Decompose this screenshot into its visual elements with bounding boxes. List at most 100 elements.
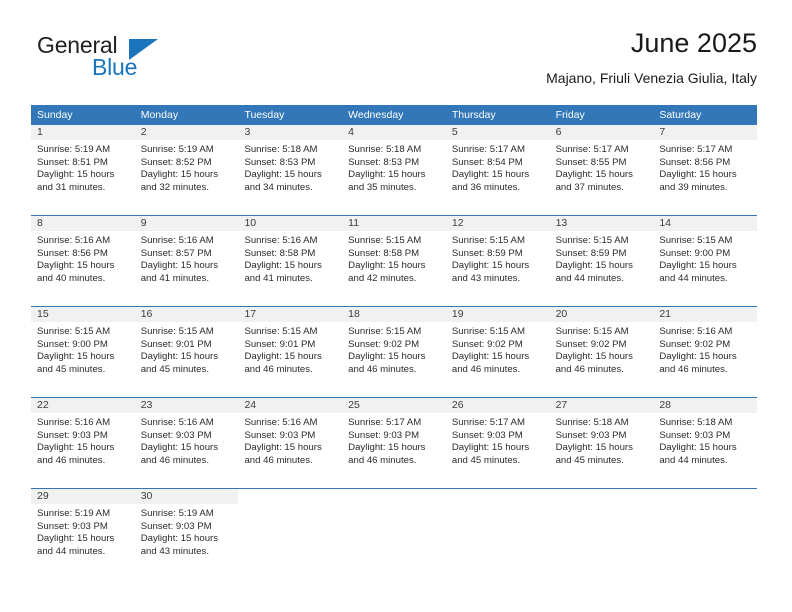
daylight-text-line1: Daylight: 15 hours xyxy=(659,442,737,454)
day-cell[interactable]: 26 Sunrise: 5:17 AM Sunset: 9:03 PM Dayl… xyxy=(445,398,550,481)
sunrise-text: Sunrise: 5:19 AM xyxy=(37,144,111,155)
day-number: 10 xyxy=(238,216,343,231)
sunrise-text: Sunrise: 5:15 AM xyxy=(348,235,422,246)
day-number: 8 xyxy=(31,216,135,231)
daylight-text-line2: and 46 minutes. xyxy=(555,363,624,375)
sunrise-text: Sunrise: 5:16 AM xyxy=(659,326,733,337)
day-cell[interactable]: 3 Sunrise: 5:18 AM Sunset: 8:53 PM Dayli… xyxy=(238,125,343,208)
weekday-header-thursday: Thursday xyxy=(451,109,496,121)
day-details: Sunrise: 5:19 AM Sunset: 8:51 PM Dayligh… xyxy=(31,140,135,194)
daylight-text-line2: and 46 minutes. xyxy=(348,454,417,466)
day-details: Sunrise: 5:15 AM Sunset: 9:01 PM Dayligh… xyxy=(135,322,239,376)
daylight-text-line2: and 43 minutes. xyxy=(140,545,209,557)
day-number: 17 xyxy=(238,307,343,322)
sunrise-text: Sunrise: 5:15 AM xyxy=(555,235,629,246)
daylight-text-line2: and 46 minutes. xyxy=(140,454,209,466)
day-cell[interactable]: 7 Sunrise: 5:17 AM Sunset: 8:56 PM Dayli… xyxy=(653,125,758,208)
day-number: 21 xyxy=(653,307,758,322)
day-details: Sunrise: 5:18 AM Sunset: 9:03 PM Dayligh… xyxy=(550,413,654,467)
sunrise-text: Sunrise: 5:15 AM xyxy=(659,235,733,246)
daylight-text-line2: and 44 minutes. xyxy=(555,272,624,284)
daylight-text-line1: Daylight: 15 hours xyxy=(140,169,219,181)
sunset-text: Sunset: 8:53 PM xyxy=(244,156,316,168)
day-cell[interactable]: 2 Sunrise: 5:19 AM Sunset: 8:52 PM Dayli… xyxy=(134,125,239,208)
sunset-text: Sunset: 8:58 PM xyxy=(244,247,316,259)
day-cell[interactable]: 17 Sunrise: 5:15 AM Sunset: 9:01 PM Dayl… xyxy=(238,307,343,390)
day-cell[interactable]: 4 Sunrise: 5:18 AM Sunset: 8:53 PM Dayli… xyxy=(342,125,446,208)
daylight-text-line1: Daylight: 15 hours xyxy=(451,169,530,181)
day-cell[interactable]: 10 Sunrise: 5:16 AM Sunset: 8:58 PM Dayl… xyxy=(238,216,343,299)
location-subtitle: Majano, Friuli Venezia Giulia, Italy xyxy=(546,70,757,86)
day-cell[interactable]: 9 Sunrise: 5:16 AM Sunset: 8:57 PM Dayli… xyxy=(134,216,239,299)
day-cell[interactable]: 1 Sunrise: 5:19 AM Sunset: 8:51 PM Dayli… xyxy=(31,125,135,208)
daylight-text-line1: Daylight: 15 hours xyxy=(140,260,219,272)
sunset-text: Sunset: 8:56 PM xyxy=(659,156,731,168)
day-cell[interactable]: 12 Sunrise: 5:15 AM Sunset: 8:59 PM Dayl… xyxy=(445,216,550,299)
sunrise-text: Sunrise: 5:17 AM xyxy=(348,417,422,428)
day-details: Sunrise: 5:18 AM Sunset: 8:53 PM Dayligh… xyxy=(238,140,342,194)
day-cell[interactable]: 13 Sunrise: 5:15 AM Sunset: 8:59 PM Dayl… xyxy=(549,216,654,299)
day-cell[interactable]: 29 Sunrise: 5:19 AM Sunset: 9:03 PM Dayl… xyxy=(31,489,135,572)
day-cell[interactable]: 19 Sunrise: 5:15 AM Sunset: 9:02 PM Dayl… xyxy=(445,307,550,390)
weekday-header-monday: Monday xyxy=(140,109,179,121)
day-cell[interactable]: 18 Sunrise: 5:15 AM Sunset: 9:02 PM Dayl… xyxy=(342,307,446,390)
daylight-text-line1: Daylight: 15 hours xyxy=(37,351,115,363)
day-cell[interactable]: 20 Sunrise: 5:15 AM Sunset: 9:02 PM Dayl… xyxy=(549,307,654,390)
daylight-text-line1: Daylight: 15 hours xyxy=(244,260,322,272)
day-number xyxy=(238,489,343,504)
day-details: Sunrise: 5:15 AM Sunset: 9:02 PM Dayligh… xyxy=(342,322,446,376)
sunrise-text: Sunrise: 5:15 AM xyxy=(451,326,525,337)
day-cell[interactable]: 27 Sunrise: 5:18 AM Sunset: 9:03 PM Dayl… xyxy=(549,398,654,481)
sunrise-text: Sunrise: 5:17 AM xyxy=(451,417,525,428)
day-cell[interactable]: 16 Sunrise: 5:15 AM Sunset: 9:01 PM Dayl… xyxy=(134,307,239,390)
generalblue-logo[interactable]: General Blue xyxy=(31,32,231,88)
day-cell[interactable]: 8 Sunrise: 5:16 AM Sunset: 8:56 PM Dayli… xyxy=(31,216,135,299)
day-details: Sunrise: 5:16 AM Sunset: 9:03 PM Dayligh… xyxy=(238,413,342,467)
day-cell[interactable]: 5 Sunrise: 5:17 AM Sunset: 8:54 PM Dayli… xyxy=(445,125,550,208)
daylight-text-line2: and 43 minutes. xyxy=(451,272,521,284)
daylight-text-line2: and 40 minutes. xyxy=(37,272,106,284)
day-cell[interactable]: 25 Sunrise: 5:17 AM Sunset: 9:03 PM Dayl… xyxy=(342,398,446,481)
daylight-text-line1: Daylight: 15 hours xyxy=(37,169,115,181)
sunrise-text: Sunrise: 5:15 AM xyxy=(348,326,422,337)
day-details: Sunrise: 5:15 AM Sunset: 9:02 PM Dayligh… xyxy=(550,322,654,376)
weekday-header-tuesday: Tuesday xyxy=(244,109,285,121)
weekday-header-friday: Friday xyxy=(555,109,585,121)
day-cell[interactable]: 15 Sunrise: 5:15 AM Sunset: 9:00 PM Dayl… xyxy=(31,307,135,390)
day-details: Sunrise: 5:17 AM Sunset: 8:54 PM Dayligh… xyxy=(446,140,550,194)
sunset-text: Sunset: 9:02 PM xyxy=(451,338,523,350)
day-number: 11 xyxy=(342,216,446,231)
daylight-text-line2: and 41 minutes. xyxy=(140,272,209,284)
daylight-text-line1: Daylight: 15 hours xyxy=(659,351,737,363)
daylight-text-line2: and 46 minutes. xyxy=(451,363,521,375)
calendar-page: General Blue June 2025 Majano, Friuli Ve… xyxy=(0,0,792,612)
daylight-text-line1: Daylight: 15 hours xyxy=(140,442,219,454)
daylight-text-line2: and 44 minutes. xyxy=(659,454,728,466)
week-row: 8 Sunrise: 5:16 AM Sunset: 8:56 PM Dayli… xyxy=(31,215,758,299)
day-cell[interactable]: 11 Sunrise: 5:15 AM Sunset: 8:58 PM Dayl… xyxy=(342,216,446,299)
day-cell[interactable]: 23 Sunrise: 5:16 AM Sunset: 9:03 PM Dayl… xyxy=(134,398,239,481)
day-number: 18 xyxy=(342,307,446,322)
sunrise-text: Sunrise: 5:18 AM xyxy=(659,417,733,428)
day-number xyxy=(549,489,654,504)
day-cell[interactable]: 14 Sunrise: 5:15 AM Sunset: 9:00 PM Dayl… xyxy=(653,216,758,299)
sunrise-text: Sunrise: 5:16 AM xyxy=(37,235,111,246)
daylight-text-line2: and 31 minutes. xyxy=(37,181,106,193)
daylight-text-line1: Daylight: 15 hours xyxy=(244,169,322,181)
day-number: 25 xyxy=(342,398,446,413)
day-cell[interactable]: 24 Sunrise: 5:16 AM Sunset: 9:03 PM Dayl… xyxy=(238,398,343,481)
day-details: Sunrise: 5:15 AM Sunset: 9:00 PM Dayligh… xyxy=(31,322,135,376)
day-cell[interactable]: 28 Sunrise: 5:18 AM Sunset: 9:03 PM Dayl… xyxy=(653,398,758,481)
day-number: 3 xyxy=(238,125,343,140)
day-number: 9 xyxy=(134,216,239,231)
day-cell[interactable]: 22 Sunrise: 5:16 AM Sunset: 9:03 PM Dayl… xyxy=(31,398,135,481)
day-cell[interactable]: 21 Sunrise: 5:16 AM Sunset: 9:02 PM Dayl… xyxy=(653,307,758,390)
sunset-text: Sunset: 9:03 PM xyxy=(37,429,108,441)
day-number: 1 xyxy=(31,125,135,140)
daylight-text-line1: Daylight: 15 hours xyxy=(451,260,530,272)
day-cell[interactable]: 6 Sunrise: 5:17 AM Sunset: 8:55 PM Dayli… xyxy=(549,125,654,208)
day-cell[interactable]: 30 Sunrise: 5:19 AM Sunset: 9:03 PM Dayl… xyxy=(134,489,239,572)
day-details: Sunrise: 5:17 AM Sunset: 8:55 PM Dayligh… xyxy=(550,140,654,194)
sunrise-text: Sunrise: 5:19 AM xyxy=(140,508,214,519)
daylight-text-line2: and 39 minutes. xyxy=(659,181,728,193)
